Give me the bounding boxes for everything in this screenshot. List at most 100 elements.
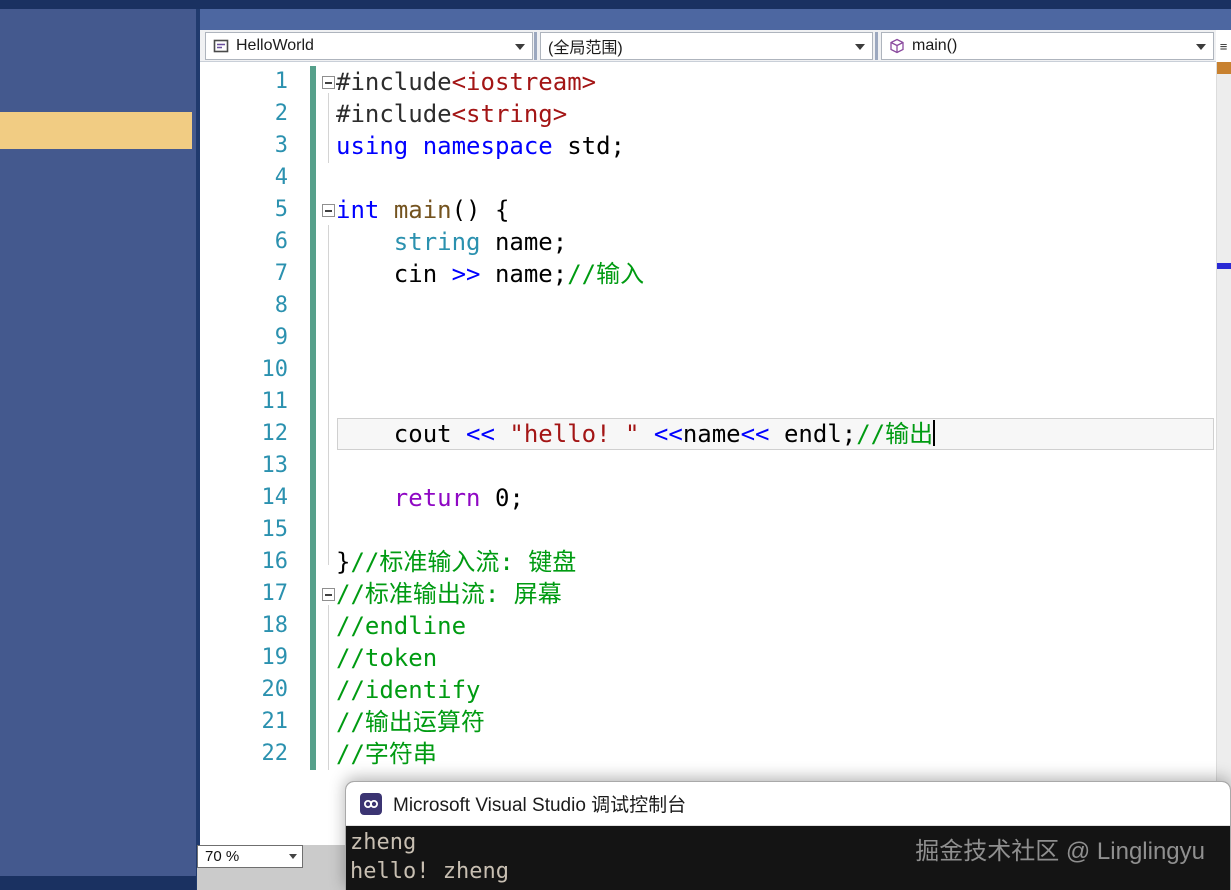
fold-margin bbox=[288, 674, 336, 706]
code-line-7[interactable]: 7 cin >> name;//输入 bbox=[200, 258, 1216, 290]
toolbar-overflow-button[interactable]: ≡ bbox=[1216, 30, 1231, 62]
fold-toggle-collapse[interactable] bbox=[322, 204, 335, 217]
cube-icon bbox=[889, 38, 905, 54]
line-number: 13 bbox=[200, 450, 288, 482]
window-top-edge bbox=[0, 0, 1231, 9]
fold-margin bbox=[288, 642, 336, 674]
code-line-8[interactable]: 8 bbox=[200, 290, 1216, 322]
line-number: 5 bbox=[200, 194, 288, 226]
watermark: 掘金技术社区 @ Linglingyu bbox=[915, 837, 1205, 866]
line-number: 9 bbox=[200, 322, 288, 354]
console-titlebar[interactable]: Microsoft Visual Studio 调试控制台 bbox=[346, 782, 1230, 826]
navigation-bar: HelloWorld (全局范围) main() bbox=[200, 30, 1216, 62]
fold-margin bbox=[288, 162, 336, 194]
code-line-2[interactable]: 2 #include<string> bbox=[200, 98, 1216, 130]
zoom-value: 70 % bbox=[205, 848, 239, 865]
code-line-14[interactable]: 14 return 0; bbox=[200, 482, 1216, 514]
line-number: 21 bbox=[200, 706, 288, 738]
chevron-down-icon bbox=[1196, 44, 1206, 50]
scope-dropdown[interactable]: (全局范围) bbox=[540, 32, 873, 60]
zoom-selector[interactable]: 70 % bbox=[197, 845, 303, 868]
code-text: cin >> name;//输入 bbox=[336, 258, 1216, 290]
line-number: 12 bbox=[200, 418, 288, 450]
line-number: 8 bbox=[200, 290, 288, 322]
code-line-13[interactable]: 13 bbox=[200, 450, 1216, 482]
code-text: //endline bbox=[336, 610, 1216, 642]
fold-margin bbox=[288, 450, 336, 482]
code-line-21[interactable]: 21 //输出运算符 bbox=[200, 706, 1216, 738]
fold-margin bbox=[288, 706, 336, 738]
line-number: 3 bbox=[200, 130, 288, 162]
line-number: 2 bbox=[200, 98, 288, 130]
fold-margin bbox=[288, 418, 336, 450]
line-number: 19 bbox=[200, 642, 288, 674]
code-line-12[interactable]: 12 cout << "hello! " <<name<< endl;//输出 bbox=[200, 418, 1216, 450]
line-number: 14 bbox=[200, 482, 288, 514]
code-text: //标准输出流: 屏幕 bbox=[336, 578, 1216, 610]
sidebar-selected-item[interactable] bbox=[0, 112, 192, 149]
code-text: #include<string> bbox=[336, 98, 1216, 130]
code-text: #include<iostream> bbox=[336, 66, 1216, 98]
fold-margin bbox=[288, 226, 336, 258]
code-line-6[interactable]: 6 string name; bbox=[200, 226, 1216, 258]
line-number: 20 bbox=[200, 674, 288, 706]
code-text: //输出运算符 bbox=[336, 706, 1216, 738]
toolbar-separator bbox=[875, 32, 878, 60]
code-text: }//标准输入流: 键盘 bbox=[336, 546, 1216, 578]
fold-margin bbox=[288, 738, 336, 770]
code-editor[interactable]: 1 #include<iostream> 2 #include<string>3usi… bbox=[200, 62, 1216, 890]
code-line-5[interactable]: 5 int main() { bbox=[200, 194, 1216, 226]
text-cursor bbox=[933, 420, 935, 446]
caret-position-marker bbox=[1217, 263, 1231, 269]
code-line-22[interactable]: 22 //字符串 bbox=[200, 738, 1216, 770]
fold-margin bbox=[288, 194, 336, 226]
code-text: return 0; bbox=[336, 482, 1216, 514]
code-text: cout << "hello! " <<name<< endl;//输出 bbox=[336, 418, 1216, 450]
code-line-4[interactable]: 4 bbox=[200, 162, 1216, 194]
line-number: 7 bbox=[200, 258, 288, 290]
line-number: 10 bbox=[200, 354, 288, 386]
line-number: 17 bbox=[200, 578, 288, 610]
sidebar bbox=[0, 9, 200, 890]
fold-toggle-collapse[interactable] bbox=[322, 588, 335, 601]
member-dropdown-label: main() bbox=[912, 37, 957, 55]
code-line-15[interactable]: 15 bbox=[200, 514, 1216, 546]
code-line-17[interactable]: 17 //标准输出流: 屏幕 bbox=[200, 578, 1216, 610]
code-line-9[interactable]: 9 bbox=[200, 322, 1216, 354]
code-line-1[interactable]: 1 #include<iostream> bbox=[200, 66, 1216, 98]
code-line-20[interactable]: 20//identify bbox=[200, 674, 1216, 706]
toolbar-separator bbox=[534, 32, 537, 60]
fold-margin bbox=[288, 482, 336, 514]
line-number: 16 bbox=[200, 546, 288, 578]
code-text: //字符串 bbox=[336, 738, 1216, 770]
scrollbar-top-marker bbox=[1217, 62, 1231, 74]
cpp-project-icon bbox=[213, 38, 229, 54]
code-text: int main() { bbox=[336, 194, 1216, 226]
code-line-19[interactable]: 19//token bbox=[200, 642, 1216, 674]
line-number: 11 bbox=[200, 386, 288, 418]
project-dropdown[interactable]: HelloWorld bbox=[205, 32, 533, 60]
vertical-scrollbar[interactable] bbox=[1216, 62, 1231, 890]
line-number: 18 bbox=[200, 610, 288, 642]
code-line-16[interactable]: 16 }//标准输入流: 键盘 bbox=[200, 546, 1216, 578]
fold-margin bbox=[288, 66, 336, 98]
fold-margin bbox=[288, 130, 336, 162]
line-number: 1 bbox=[200, 66, 288, 98]
chevron-down-icon bbox=[289, 854, 297, 859]
line-number: 15 bbox=[200, 514, 288, 546]
fold-margin bbox=[288, 258, 336, 290]
fold-toggle-collapse[interactable] bbox=[322, 76, 335, 89]
code-line-11[interactable]: 11 bbox=[200, 386, 1216, 418]
code-line-3[interactable]: 3using namespace std; bbox=[200, 130, 1216, 162]
console-title: Microsoft Visual Studio 调试控制台 bbox=[393, 790, 686, 817]
fold-margin bbox=[288, 322, 336, 354]
line-number: 6 bbox=[200, 226, 288, 258]
code-line-18[interactable]: 18 //endline bbox=[200, 610, 1216, 642]
chevron-down-icon bbox=[515, 44, 525, 50]
line-number: 22 bbox=[200, 738, 288, 770]
sidebar-bottom-edge bbox=[0, 876, 196, 890]
member-dropdown[interactable]: main() bbox=[881, 32, 1214, 60]
fold-margin bbox=[288, 578, 336, 610]
debug-console-window: Microsoft Visual Studio 调试控制台 zhenghello… bbox=[345, 781, 1231, 890]
code-line-10[interactable]: 10 bbox=[200, 354, 1216, 386]
